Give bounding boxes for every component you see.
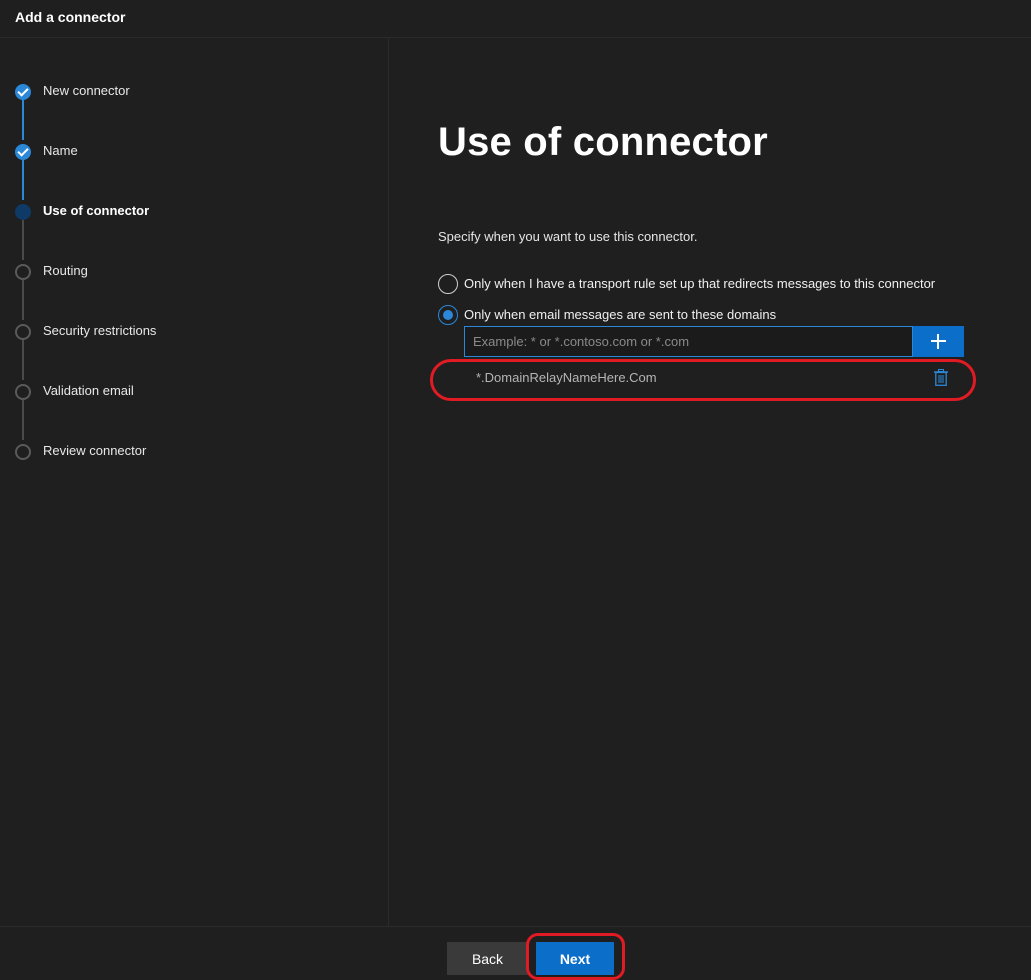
step-connector-line: [22, 340, 24, 380]
check-circle-icon: [15, 144, 31, 160]
step-new-connector[interactable]: New connector: [0, 81, 380, 101]
step-security-restrictions: Security restrictions: [0, 321, 380, 341]
step-validation-email: Validation email: [0, 381, 380, 401]
domain-input[interactable]: [464, 326, 913, 357]
step-label: Name: [43, 143, 78, 158]
empty-circle-icon: [15, 444, 31, 460]
radio-button-selected[interactable]: [438, 305, 458, 325]
option-label: Only when email messages are sent to the…: [464, 307, 777, 322]
header-bar: Add a connector: [0, 0, 1031, 38]
step-name[interactable]: Name: [0, 141, 380, 161]
domain-value: *.DomainRelayNameHere.Com: [476, 370, 657, 385]
instructions-text: Specify when you want to use this connec…: [438, 229, 698, 244]
step-label: Routing: [43, 263, 88, 278]
step-connector-line: [22, 400, 24, 440]
step-label: Security restrictions: [43, 323, 157, 338]
trash-icon[interactable]: [934, 369, 948, 386]
empty-circle-icon: [15, 324, 31, 340]
option-label: Only when I have a transport rule set up…: [464, 276, 936, 291]
empty-circle-icon: [15, 264, 31, 280]
step-connector-line: [22, 160, 24, 200]
add-domain-button[interactable]: [913, 326, 964, 357]
step-label: Use of connector: [43, 203, 150, 218]
option-domains[interactable]: Only when email messages are sent to the…: [438, 305, 818, 325]
step-connector-line: [22, 100, 24, 140]
domain-list-item: *.DomainRelayNameHere.Com: [464, 366, 964, 390]
step-routing: Routing: [0, 261, 380, 281]
check-circle-icon: [15, 84, 31, 100]
step-label: New connector: [43, 83, 130, 98]
empty-circle-icon: [15, 384, 31, 400]
back-button[interactable]: Back: [447, 942, 528, 975]
step-review-connector: Review connector: [0, 441, 380, 461]
next-button[interactable]: Next: [536, 942, 614, 975]
option-transport-rule[interactable]: Only when I have a transport rule set up…: [438, 274, 978, 294]
wizard-steps-sidebar: New connector Name Use of connector Rout…: [0, 38, 389, 926]
current-step-icon: [15, 204, 31, 220]
step-use-of-connector[interactable]: Use of connector: [0, 201, 380, 221]
radio-button[interactable]: [438, 274, 458, 294]
step-connector-line: [22, 280, 24, 320]
page-title: Use of connector: [438, 120, 768, 164]
step-connector-line: [22, 220, 24, 260]
window-title: Add a connector: [15, 9, 126, 25]
step-label: Review connector: [43, 443, 147, 458]
step-label: Validation email: [43, 383, 134, 398]
